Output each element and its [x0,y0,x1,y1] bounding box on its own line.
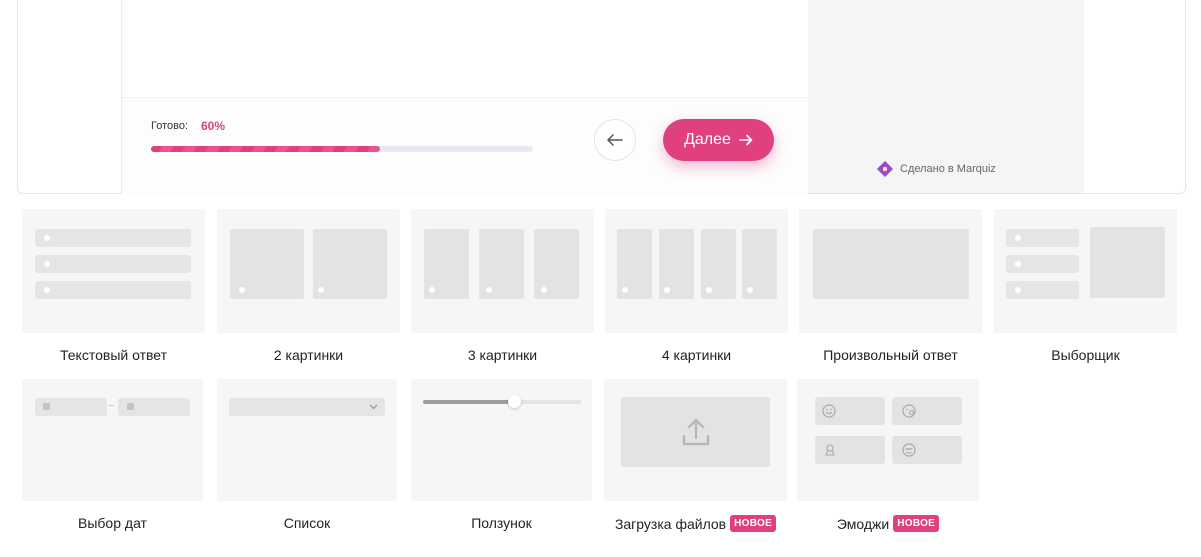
progress-bar [151,146,533,152]
marquiz-logo-icon [877,161,893,177]
tile-caption: Выборщик [1051,347,1120,363]
tile-list[interactable]: Список [217,379,397,531]
preview-left-strip [18,0,122,193]
tile-slider[interactable]: Ползунок [411,379,592,531]
progress-value: 60% [201,119,226,133]
quiz-preview: Готово: 60% Далее Сделано в Marquiz [17,0,1186,195]
tile-text-answer[interactable]: Текстовый ответ [22,209,205,363]
tile-selector[interactable]: Выборщик [994,209,1177,363]
emoji-icon [825,444,835,456]
tile-caption: 2 картинки [273,347,344,363]
preview-footer: Готово: 60% Далее [122,97,808,195]
next-button-label: Далее [684,131,731,148]
tile-thumbnail [217,209,400,333]
tile-thumbnail [411,209,594,333]
tile-caption: Список [283,515,331,531]
tile-caption: Произвольный ответ [823,347,958,363]
made-in-marquiz[interactable]: Сделано в Marquiz [876,160,996,178]
tile-emoji[interactable]: Эмоджи НОВОЕ [797,379,979,532]
tile-free-answer[interactable]: Произвольный ответ [799,209,982,363]
progress-label: Готово: [151,120,189,132]
tile-caption: Загрузка файлов НОВОЕ [604,515,787,532]
tile-four-images[interactable]: 4 картинки [605,209,788,363]
tile-thumbnail [797,379,979,501]
upload-icon [682,418,710,446]
tile-caption: 3 картинки [467,347,538,363]
tile-date-picker[interactable]: Выбор дат [22,379,203,531]
tile-thumbnail [799,209,982,333]
new-badge: НОВОЕ [730,515,777,532]
tile-thumbnail [22,379,203,501]
tile-thumbnail [605,209,788,333]
tile-thumbnail [411,379,592,501]
progress-fill [151,146,381,152]
made-in-label: Сделано в Marquiz [900,163,996,175]
tile-two-images[interactable]: 2 картинки [217,209,400,363]
tile-caption: Ползунок [471,515,532,531]
smile-icon [822,404,836,418]
tile-three-images[interactable]: 3 картинки [411,209,594,363]
tile-caption: Эмоджи НОВОЕ [797,515,979,532]
emoji-icon [902,404,916,418]
tile-caption: Текстовый ответ [60,347,167,363]
tile-thumbnail [22,209,205,333]
tile-caption-text: Загрузка файлов [614,515,727,532]
tile-caption: Выбор дат [78,515,147,531]
tile-caption-text: Эмоджи [836,515,890,532]
tile-caption: 4 картинки [661,347,732,363]
tile-thumbnail [217,379,397,501]
next-button[interactable]: Далее [663,119,774,161]
chevron-down-icon [369,404,378,410]
preview-main: Готово: 60% Далее [122,0,808,195]
tile-thumbnail [994,209,1177,333]
emoji-icon [902,443,916,457]
tile-file-upload[interactable]: Загрузка файлов НОВОЕ [604,379,787,532]
arrow-right-icon [739,134,753,146]
tile-thumbnail [604,379,787,501]
new-badge: НОВОЕ [893,515,940,532]
arrow-left-icon [607,134,623,146]
preview-side-panel: Сделано в Marquiz [808,0,1084,193]
back-button[interactable] [594,119,636,161]
